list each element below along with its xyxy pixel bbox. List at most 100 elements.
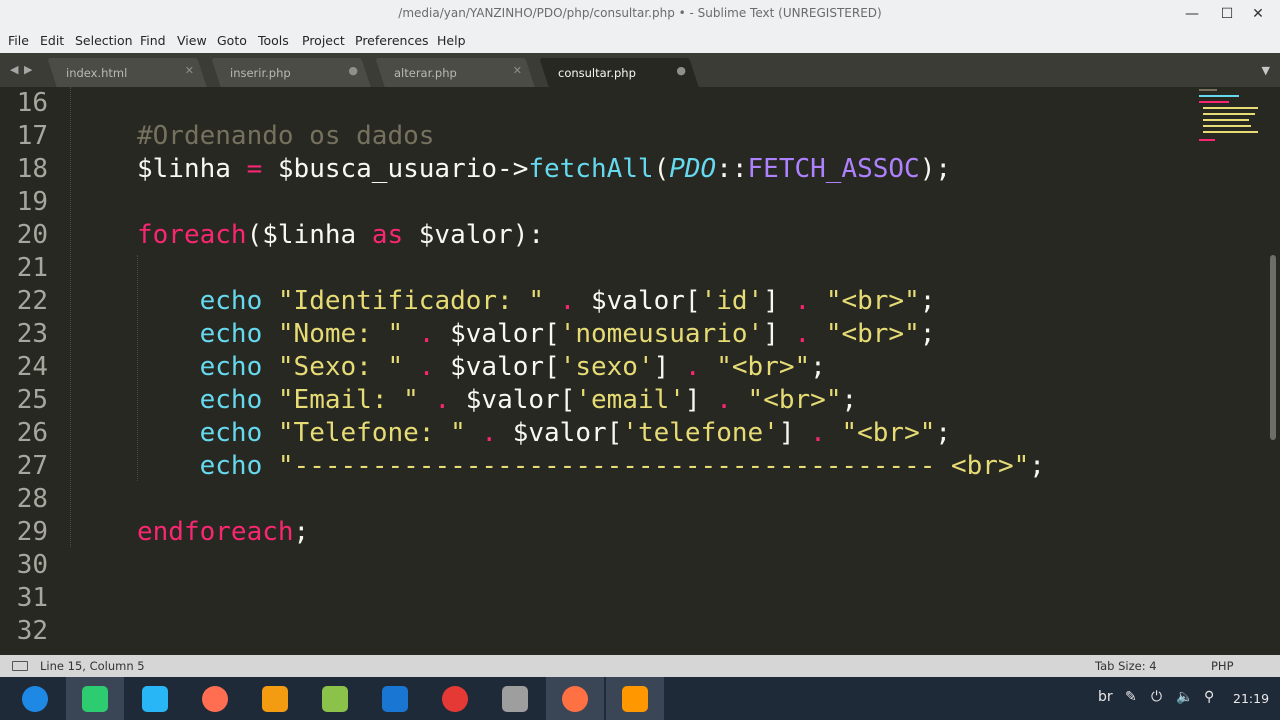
code-token: $valor[ (434, 352, 560, 382)
code-token: "<br>" (825, 319, 920, 349)
code-line[interactable]: echo "Sexo: " . $valor['sexo'] . "<br>"; (137, 351, 826, 384)
code-line[interactable]: $linha = $busca_usuario->fetchAll(PDO::F… (137, 153, 951, 186)
tab-modified-icon[interactable]: ● (348, 64, 358, 77)
line-number: 22 (16, 286, 48, 316)
code-token: "<br>" (825, 286, 920, 316)
menu-edit[interactable]: Edit (40, 33, 64, 48)
archive-manager-icon (262, 686, 288, 712)
scrollbar-thumb[interactable] (1270, 255, 1276, 440)
menu-tools[interactable]: Tools (258, 33, 289, 48)
tab-label: inserir.php (230, 66, 291, 80)
pen-icon[interactable]: ✎ (1125, 689, 1137, 705)
menu-file[interactable]: File (8, 33, 29, 48)
tab-close-icon[interactable]: ✕ (513, 64, 522, 77)
taskbar-app[interactable] (546, 677, 604, 720)
code-token: . (559, 286, 576, 316)
menu-help[interactable]: Help (437, 33, 466, 48)
taskbar-app[interactable] (66, 677, 124, 720)
code-token: PDO (669, 154, 717, 184)
tab-bar: ◀ ▶ index.html ✕ inserir.php ● alterar.p… (0, 53, 1280, 87)
code-token: . (794, 319, 811, 349)
menu-find[interactable]: Find (140, 33, 166, 48)
line-number: 19 (16, 187, 48, 217)
tab-modified-icon[interactable]: ● (676, 64, 686, 77)
tab-close-icon[interactable]: ✕ (185, 64, 194, 77)
menu-selection[interactable]: Selection (75, 33, 133, 48)
volume-icon[interactable]: 🔈 (1176, 689, 1193, 705)
taskbar-app[interactable] (606, 677, 664, 720)
sublime-text-icon (622, 686, 648, 712)
code-line[interactable]: echo "Identificador: " . $valor['id'] . … (137, 285, 936, 318)
line-number: 30 (16, 550, 48, 580)
tab-next-icon[interactable]: ▶ (24, 63, 32, 76)
code-token: "<br>" (841, 418, 936, 448)
taskbar-app[interactable] (486, 677, 544, 720)
code-token: echo (199, 385, 263, 415)
maximize-button[interactable]: ☐ (1216, 4, 1238, 24)
keyboard-layout-indicator[interactable]: br (1098, 689, 1113, 705)
code-line[interactable]: #Ordenando os dados (137, 120, 434, 153)
code-token: ; (935, 418, 952, 448)
code-token: "Email: " (277, 385, 419, 415)
taskbar-app[interactable] (246, 677, 304, 720)
code-token: ($linha (246, 220, 372, 250)
code-token: fetchAll (528, 154, 654, 184)
code-line[interactable]: foreach($linha as $valor): (137, 219, 544, 252)
code-editor[interactable]: 16 17 18 19 20 21 22 23 24 25 26 27 28 29 30 31 32 #Orde… (0, 87, 1268, 655)
minimap[interactable] (1195, 87, 1265, 167)
code-token: . (418, 352, 435, 382)
tab-alterar-php[interactable]: alterar.php ✕ (375, 58, 535, 87)
code-token: 'email' (575, 385, 685, 415)
power-icon[interactable]: ⏻ (1151, 689, 1162, 705)
tab-prev-icon[interactable]: ◀ (10, 63, 18, 76)
line-number: 18 (16, 154, 48, 184)
menu-bar: File Edit Selection Find View Goto Tools… (0, 28, 1280, 53)
usb-icon[interactable]: ⚲ (1204, 689, 1214, 705)
title-bar: /media/yan/YANZINHO/PDO/php/consultar.ph… (0, 0, 1280, 28)
code-token: ); (919, 154, 952, 184)
close-button[interactable]: ✕ (1247, 4, 1269, 24)
code-token: 'telefone' (622, 418, 779, 448)
taskbar-app[interactable] (6, 677, 64, 720)
menu-goto[interactable]: Goto (217, 33, 247, 48)
minimize-button[interactable]: — (1181, 4, 1203, 24)
menu-view[interactable]: View (177, 33, 207, 48)
code-line[interactable]: echo "Telefone: " . $valor['telefone'] .… (137, 417, 951, 450)
code-token: ( (653, 154, 670, 184)
tab-list-dropdown-icon[interactable]: ▼ (1262, 64, 1270, 77)
syntax-mode[interactable]: PHP (1211, 659, 1234, 673)
tab-consultar-php[interactable]: consultar.php ● (539, 58, 699, 87)
taskbar-app[interactable] (366, 677, 424, 720)
menu-project[interactable]: Project (302, 33, 345, 48)
code-line[interactable]: endforeach; (137, 516, 309, 549)
tab-index-html[interactable]: index.html ✕ (47, 58, 207, 87)
line-number: 16 (16, 88, 48, 118)
line-number: 32 (16, 616, 48, 646)
line-number: 25 (16, 385, 48, 415)
taskbar-app[interactable] (186, 677, 244, 720)
code-line[interactable]: echo "Nome: " . $valor['nomeusuario'] . … (137, 318, 936, 351)
code-line[interactable]: echo "Email: " . $valor['email'] . "<br>… (137, 384, 858, 417)
code-token: . (481, 418, 498, 448)
desktop-icon (82, 686, 108, 712)
tab-inserir-php[interactable]: inserir.php ● (211, 58, 371, 87)
tab-size[interactable]: Tab Size: 4 (1095, 659, 1157, 673)
code-line[interactable]: echo "----------------------------------… (137, 450, 1045, 483)
taskbar-app[interactable] (306, 677, 364, 720)
code-token: ; (841, 385, 858, 415)
clock[interactable]: 21:19 (1233, 691, 1269, 706)
line-number: 17 (16, 121, 48, 151)
code-token: $valor[ (575, 286, 701, 316)
panel-toggle-icon[interactable] (12, 661, 28, 671)
taskbar-app[interactable] (426, 677, 484, 720)
line-number: 28 (16, 484, 48, 514)
menu-preferences[interactable]: Preferences (355, 33, 429, 48)
code-token: . (716, 385, 732, 415)
music-player-icon (322, 686, 348, 712)
taskbar-app[interactable] (126, 677, 184, 720)
